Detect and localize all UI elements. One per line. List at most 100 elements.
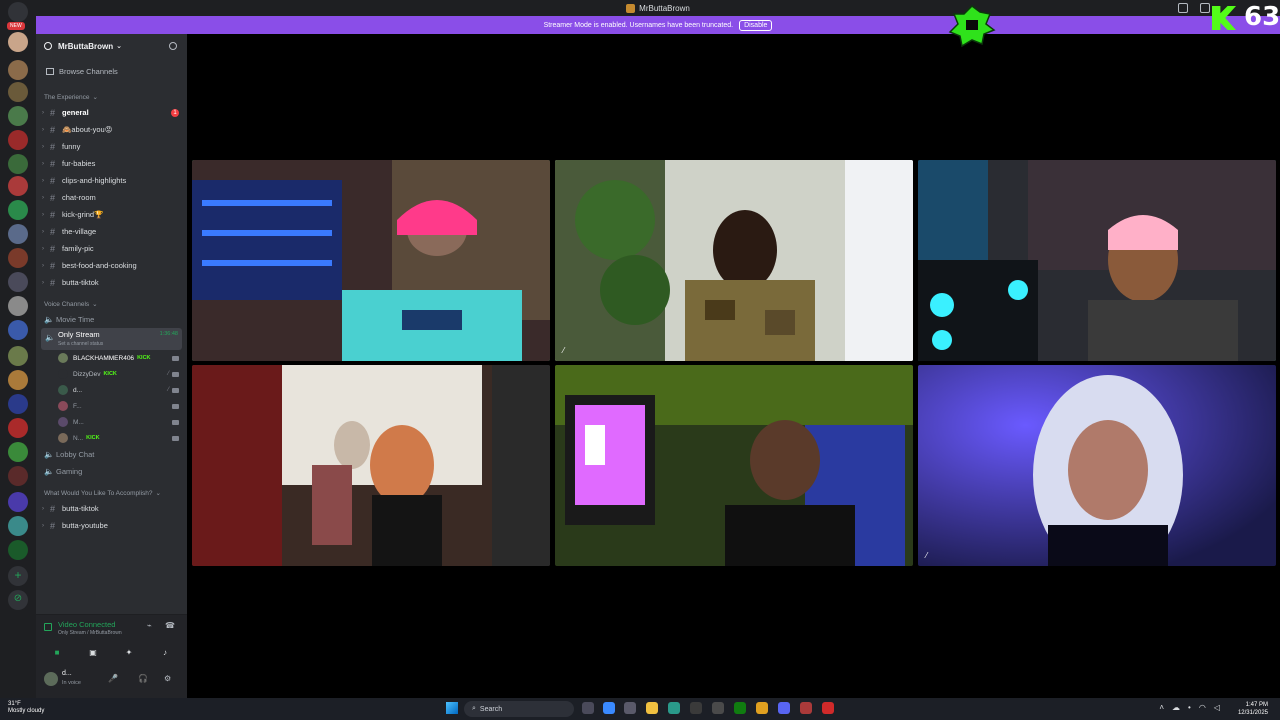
camera-button[interactable]: ■: [40, 645, 74, 659]
copilot-icon[interactable]: [603, 702, 615, 714]
video-tile[interactable]: ⁄: [555, 160, 913, 361]
server-icon[interactable]: [8, 370, 28, 390]
edge-icon[interactable]: [668, 702, 680, 714]
voice-channel-gaming[interactable]: 🔈 Gaming: [36, 463, 187, 480]
app-icon[interactable]: [712, 702, 724, 714]
channel-butta-tiktok[interactable]: › # butta-tiktok: [36, 274, 187, 291]
voice-member[interactable]: BLACKHAMMER406 KICK: [36, 350, 187, 366]
window-icon[interactable]: [1200, 3, 1210, 13]
channel-about-you[interactable]: › # 🙈about-you😡: [36, 121, 187, 138]
channel-general[interactable]: › # general 1: [36, 104, 187, 121]
channel-best-food-and-cooking[interactable]: › # best-food-and-cooking: [36, 257, 187, 274]
app-icon[interactable]: [800, 702, 812, 714]
voice-member[interactable]: d... ⁄: [36, 382, 187, 398]
video-tile[interactable]: ⁄: [918, 365, 1276, 566]
cloud-icon[interactable]: ☁: [1172, 703, 1180, 712]
channel-funny[interactable]: › # funny: [36, 138, 187, 155]
discord-home-icon[interactable]: [8, 2, 28, 22]
taskbar-search[interactable]: ⌕ Search: [464, 701, 574, 717]
discover-icon[interactable]: ⊘: [8, 590, 28, 610]
activities-button[interactable]: ✦: [112, 645, 146, 659]
add-server-icon[interactable]: +: [8, 566, 28, 586]
server-icon[interactable]: [8, 176, 28, 196]
server-icon[interactable]: [8, 60, 28, 80]
video-feed: [192, 365, 550, 566]
browse-channels[interactable]: Browse Channels: [36, 58, 187, 84]
server-icon[interactable]: [8, 296, 28, 316]
volume-icon[interactable]: ◁: [1214, 703, 1220, 712]
server-icon[interactable]: [8, 346, 28, 366]
server-icon[interactable]: [8, 320, 28, 340]
server-icon[interactable]: [8, 154, 28, 174]
gear-icon[interactable]: ⚙: [164, 674, 171, 683]
add-member-icon[interactable]: [169, 42, 177, 50]
chevron-right-icon: ›: [42, 262, 44, 269]
voice-member[interactable]: F...: [36, 398, 187, 414]
voice-member[interactable]: DizzyDev KICK ⁄: [36, 366, 187, 382]
server-header[interactable]: MrButtaBrown ⌄: [36, 34, 187, 58]
hash-icon: #: [50, 158, 56, 169]
channel-chat-room[interactable]: › # chat-room: [36, 189, 187, 206]
channel-label: kick-grind🏆: [62, 210, 104, 219]
server-icon[interactable]: [8, 272, 28, 292]
server-icon[interactable]: [8, 394, 28, 414]
server-icon[interactable]: [8, 224, 28, 244]
channel-status[interactable]: Set a channel status: [58, 341, 103, 347]
wifi-icon[interactable]: ◠: [1199, 703, 1206, 712]
chrome-icon[interactable]: [756, 702, 768, 714]
channel-fur-babies[interactable]: › # fur-babies: [36, 155, 187, 172]
category-header[interactable]: The Experience ⌄: [36, 90, 187, 104]
server-icon[interactable]: [8, 248, 28, 268]
server-icon[interactable]: [8, 200, 28, 220]
voice-location[interactable]: Only Stream / MrButtaBrown: [58, 630, 122, 636]
category-header[interactable]: What Would You Like To Accomplish? ⌄: [36, 486, 187, 500]
channel-kick-grind[interactable]: › # kick-grind🏆: [36, 206, 187, 223]
xbox-icon[interactable]: [734, 702, 746, 714]
channel-butta-tiktok-2[interactable]: › # butta-tiktok: [36, 500, 187, 517]
weather-widget[interactable]: 31°F Mostly cloudy: [8, 701, 44, 715]
category-header[interactable]: Voice Channels ⌄: [36, 297, 187, 311]
voice-channel-movie-time[interactable]: 🔈 Movie Time: [36, 311, 187, 328]
channel-butta-youtube[interactable]: › # butta-youtube: [36, 517, 187, 534]
disconnect-icon[interactable]: ☎: [165, 621, 175, 630]
app-icon[interactable]: [624, 702, 636, 714]
app-icon[interactable]: [690, 702, 702, 714]
microphone-icon[interactable]: 🎤: [108, 674, 118, 683]
video-tile[interactable]: [192, 160, 550, 361]
channel-clips-and-highlights[interactable]: › # clips-and-highlights: [36, 172, 187, 189]
voice-channel-only-stream[interactable]: 🔈 Only Stream Set a channel status 1:36:…: [41, 328, 182, 350]
server-icon[interactable]: [8, 540, 28, 560]
voice-member[interactable]: N... KICK: [36, 430, 187, 446]
noise-suppression-icon[interactable]: ⌁: [147, 621, 152, 630]
inbox-icon[interactable]: [1178, 3, 1188, 13]
discord-icon[interactable]: [778, 702, 790, 714]
app-icon[interactable]: [822, 702, 834, 714]
soundboard-button[interactable]: ♪: [148, 645, 182, 659]
server-icon[interactable]: [8, 106, 28, 126]
avatar[interactable]: [44, 672, 58, 686]
server-icon[interactable]: [8, 418, 28, 438]
video-tile[interactable]: [555, 365, 913, 566]
mic-icon[interactable]: •: [1188, 703, 1191, 712]
voice-channel-lobby-chat[interactable]: 🔈 Lobby Chat: [36, 446, 187, 463]
start-button[interactable]: [446, 702, 458, 714]
video-tile[interactable]: [918, 160, 1276, 361]
channel-family-pic[interactable]: › # family-pic: [36, 240, 187, 257]
channel-the-village[interactable]: › # the-village: [36, 223, 187, 240]
chevron-up-icon[interactable]: ˄: [1159, 703, 1164, 712]
server-icon[interactable]: [8, 442, 28, 462]
task-view-icon[interactable]: [582, 702, 594, 714]
screen-share-button[interactable]: ▣: [76, 645, 110, 659]
clock[interactable]: 1:47 PM 12/31/2025: [1238, 701, 1268, 717]
headphones-icon[interactable]: 🎧: [138, 674, 148, 683]
server-icon[interactable]: [8, 32, 28, 52]
disable-streamer-mode-button[interactable]: Disable: [739, 19, 773, 31]
voice-member[interactable]: M...: [36, 414, 187, 430]
server-icon[interactable]: [8, 130, 28, 150]
server-icon[interactable]: [8, 516, 28, 536]
server-icon[interactable]: [8, 82, 28, 102]
file-explorer-icon[interactable]: [646, 702, 658, 714]
server-icon[interactable]: [8, 466, 28, 486]
server-icon[interactable]: [8, 492, 28, 512]
video-tile[interactable]: [192, 365, 550, 566]
